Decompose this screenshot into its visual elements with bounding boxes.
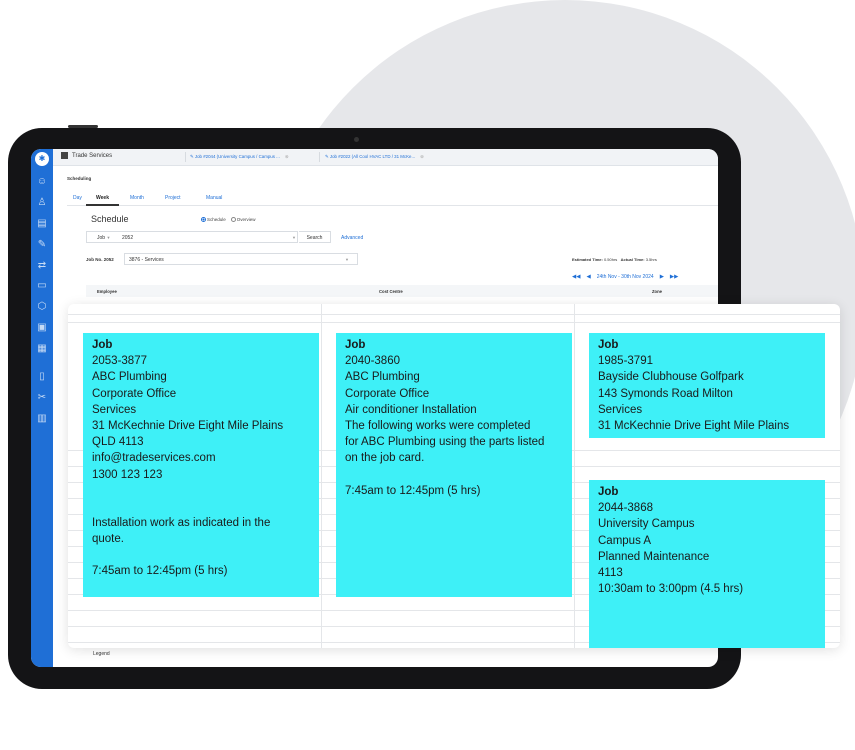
tab-divider (319, 152, 320, 162)
radio-schedule[interactable]: Schedule (201, 217, 226, 223)
document-icon[interactable]: ▤ (36, 218, 48, 230)
date-range: 24th Nov - 30th Nov 2024 (596, 274, 654, 280)
column-divider (574, 304, 575, 648)
fast-forward-icon[interactable]: ▶▶ (670, 274, 678, 280)
tab-week[interactable]: Week (96, 195, 109, 201)
tab-manual[interactable]: Manual (206, 195, 222, 201)
radio-overview[interactable]: Overview (230, 217, 256, 223)
tab-project[interactable]: Project (165, 195, 181, 201)
tablet-button (68, 125, 98, 128)
tab-month[interactable]: Month (130, 195, 144, 201)
file-icon[interactable]: ▯ (36, 371, 48, 383)
tab-job-2022[interactable]: ✎ Job #2022 (All Cool HVAC LTD / 31 McKe… (325, 154, 424, 160)
search-value: 2052 (122, 235, 134, 241)
page-title: Scheduling (67, 176, 92, 181)
users-icon[interactable]: ☺ (36, 176, 48, 188)
job-block-2040[interactable]: Job 2040-3860 ABC Plumbing Corporate Off… (336, 333, 572, 597)
job-block-2053[interactable]: Job 2053-3877 ABC Plumbing Corporate Off… (83, 333, 319, 597)
tab-job-2044[interactable]: ✎ Job #2044 (University Campus / Campus … (190, 154, 289, 160)
col-employee: Employee (97, 289, 117, 294)
sidebar: ✱ ☺ ♙ ▤ ✎ ⇄ ▭ ⬡ ▣ ▦ ▯ ✂ ▥ (31, 149, 53, 667)
tab-divider (185, 152, 186, 162)
job-block-1985[interactable]: Job 1985-3791 Bayside Clubhouse Golfpark… (589, 333, 825, 438)
box-icon[interactable]: ⬡ (36, 301, 48, 313)
radio-off-icon (230, 217, 236, 223)
view-mode-radios: Schedule Overview (201, 217, 256, 223)
grid-line (68, 314, 840, 315)
chevron-down-icon: ▼ (106, 235, 111, 240)
grid-line (68, 322, 840, 323)
chart-icon[interactable]: ▥ (36, 413, 48, 425)
wrench-icon[interactable]: ✎ (36, 239, 48, 251)
view-tabs: Day Week Month Project Manual (67, 192, 718, 206)
close-icon[interactable]: ⊗ (285, 154, 289, 159)
clipboard-icon[interactable]: ▣ (36, 322, 48, 334)
prev-icon[interactable]: ◀ (586, 274, 590, 280)
chevron-down-icon: ▼ (345, 257, 349, 262)
search-button[interactable]: Search (299, 231, 331, 243)
chevron-down-icon: ▼ (292, 235, 296, 240)
tab-bar: Trade Services ✎ Job #2044 (University C… (53, 149, 718, 166)
calendar-icon[interactable]: ▭ (36, 280, 48, 292)
job-no-label: Job No. 2052 (86, 257, 114, 262)
advanced-link[interactable]: Advanced (341, 235, 363, 241)
close-icon[interactable]: ⊗ (420, 154, 424, 159)
col-cost-centre: Cost Centre (379, 289, 403, 294)
user-plus-icon[interactable]: ♙ (36, 197, 48, 209)
date-navigator: ◀◀ ◀ 24th Nov - 30th Nov 2024 ▶ ▶▶ (572, 274, 678, 280)
column-header: Employee Cost Centre Zone (86, 285, 718, 297)
tools-icon[interactable]: ✂ (36, 392, 48, 404)
tab-home[interactable]: Trade Services (61, 152, 112, 159)
tab-home-label: Trade Services (72, 152, 113, 159)
search-type-select[interactable]: Job ▼ (97, 235, 110, 241)
schedule-heading: Schedule (91, 214, 129, 224)
app-logo-icon[interactable]: ✱ (35, 152, 49, 166)
radio-on-icon (201, 217, 206, 223)
job-block-2044[interactable]: Job 2044-3868 University Campus Campus A… (589, 480, 825, 648)
col-zone: Zone (652, 289, 663, 294)
job-select[interactable]: 3876 - Services ▼ (124, 253, 358, 265)
active-tab-indicator (86, 204, 119, 206)
building-icon (61, 152, 68, 159)
column-divider (321, 304, 322, 648)
time-summary: Estimated Time: 0.50hrs Actual Time: 3.5… (572, 257, 657, 262)
tab-day[interactable]: Day (73, 195, 82, 201)
search-input[interactable]: Job ▼ 2052 ▼ (86, 231, 298, 243)
rewind-icon[interactable]: ◀◀ (572, 274, 580, 280)
legend-label: Legend (93, 651, 110, 657)
next-icon[interactable]: ▶ (660, 274, 664, 280)
sync-icon[interactable]: ⇄ (36, 260, 48, 272)
schedule-grid-card: Job 2053-3877 ABC Plumbing Corporate Off… (68, 304, 840, 648)
tablet-camera (354, 137, 359, 142)
invoice-icon[interactable]: ▦ (36, 343, 48, 355)
